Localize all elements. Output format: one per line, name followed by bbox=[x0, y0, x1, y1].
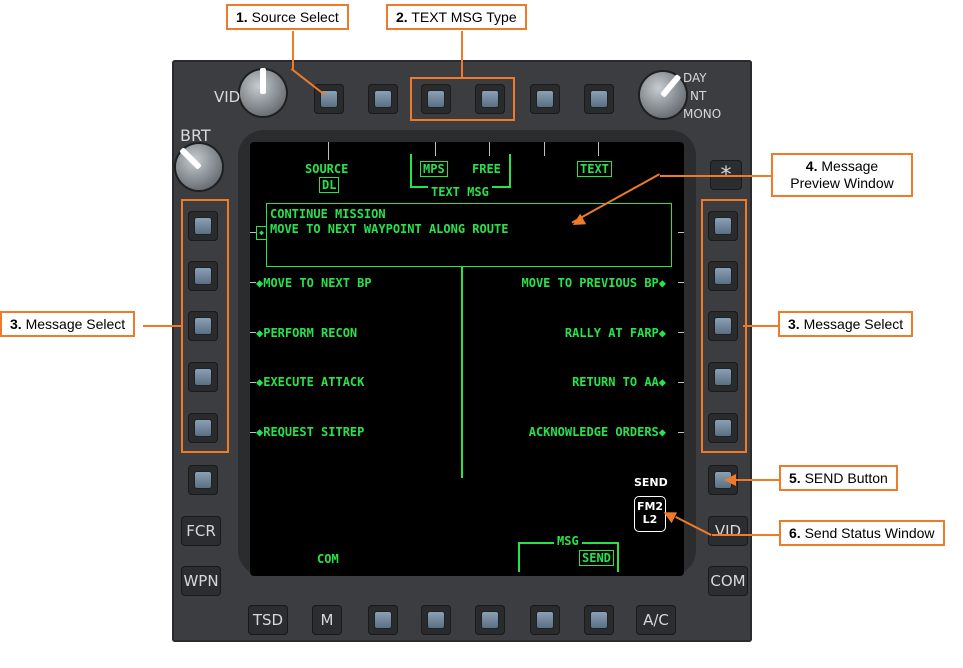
callout-3r-leader bbox=[743, 325, 779, 327]
b4-button[interactable] bbox=[530, 605, 560, 635]
b5-button[interactable] bbox=[584, 605, 614, 635]
tsd-button[interactable]: TSD bbox=[248, 605, 288, 635]
callout-5-number: 5. bbox=[789, 470, 801, 486]
callout-3r-number: 3. bbox=[788, 316, 800, 332]
callout-4-text-1: Message bbox=[821, 158, 879, 174]
brt-knob[interactable] bbox=[176, 144, 222, 190]
callout-3l-text: Message Select bbox=[25, 316, 126, 332]
t6-button[interactable] bbox=[584, 84, 614, 114]
text-msg-bracket-right bbox=[509, 154, 511, 188]
day-label: DAY bbox=[683, 71, 707, 85]
t5-tick bbox=[544, 142, 545, 156]
message-right-1[interactable]: MOVE TO PREVIOUS BP◆ bbox=[522, 276, 667, 290]
msg-bracket-left bbox=[518, 542, 520, 572]
send-status-window: FM2 L2 bbox=[634, 496, 666, 532]
r3-tick bbox=[678, 332, 684, 333]
callout-message-preview: 4. Message Preview Window bbox=[771, 153, 913, 197]
callout-4-number: 4. bbox=[805, 158, 818, 174]
send-label: SEND bbox=[634, 476, 668, 489]
b3-button[interactable] bbox=[475, 605, 505, 635]
vid-button[interactable]: VID bbox=[708, 516, 748, 546]
mono-label: MONO bbox=[683, 107, 722, 121]
center-divider bbox=[461, 266, 463, 478]
preview-line-2: MOVE TO NEXT WAYPOINT ALONG ROUTE bbox=[270, 222, 509, 236]
m-button[interactable]: M bbox=[312, 605, 342, 635]
r1-tick bbox=[678, 232, 684, 233]
message-left-3[interactable]: ◆EXECUTE ATTACK bbox=[256, 375, 364, 389]
send-status-line-1: FM2 bbox=[636, 500, 664, 513]
r4-tick bbox=[678, 382, 684, 383]
callout-1-text: Source Select bbox=[251, 9, 339, 25]
text-option[interactable]: TEXT bbox=[577, 161, 612, 177]
day-night-mono-knob[interactable] bbox=[640, 72, 686, 118]
source-value[interactable]: DL bbox=[319, 177, 340, 193]
callout-6-leader-a bbox=[712, 534, 780, 536]
t4-tick bbox=[489, 142, 490, 156]
wpn-button[interactable]: WPN bbox=[181, 566, 221, 596]
message-left-2[interactable]: ◆PERFORM RECON bbox=[256, 326, 357, 340]
mps-option[interactable]: MPS bbox=[420, 161, 448, 177]
preview-line-1: CONTINUE MISSION bbox=[270, 207, 386, 221]
callout-message-select-left: 3. Message Select bbox=[0, 311, 136, 337]
callout-2-text: TEXT MSG Type bbox=[411, 9, 517, 25]
text-msg-bracket-left bbox=[410, 154, 412, 188]
t5-button[interactable] bbox=[530, 84, 560, 114]
vid-knob-label: VID bbox=[214, 88, 241, 106]
callout-3l-number: 3. bbox=[10, 316, 22, 332]
text-msg-label: TEXT MSG bbox=[428, 185, 492, 199]
com-button[interactable]: COM bbox=[708, 566, 748, 596]
callout-2-leader bbox=[461, 31, 463, 78]
send-status-line-2: L2 bbox=[642, 513, 658, 526]
callout-message-select-right: 3. Message Select bbox=[778, 311, 914, 337]
vid-brightness-knob[interactable] bbox=[240, 68, 286, 116]
msg-bracket-right bbox=[617, 542, 619, 572]
t3-tick bbox=[435, 142, 436, 156]
msg-label: MSG bbox=[554, 534, 582, 548]
nt-label: NT bbox=[690, 89, 707, 103]
message-left-1[interactable]: ◆MOVE TO NEXT BP bbox=[256, 276, 372, 290]
callout-6-text: Send Status Window bbox=[804, 525, 935, 541]
callout-3l-leader bbox=[143, 325, 183, 327]
mpd-screen: SOURCE DL MPS FREE TEXT MSG TEXT CONTINU… bbox=[250, 142, 684, 576]
t2-button[interactable] bbox=[368, 84, 398, 114]
fcr-button[interactable]: FCR bbox=[181, 516, 221, 546]
message-preview-window: CONTINUE MISSION MOVE TO NEXT WAYPOINT A… bbox=[266, 203, 672, 267]
callout-send-status: 6. Send Status Window bbox=[779, 520, 945, 546]
source-label: SOURCE bbox=[305, 162, 349, 176]
message-left-4[interactable]: ◆REQUEST SITREP bbox=[256, 425, 364, 439]
callout-3r-highlight bbox=[701, 199, 747, 453]
r2-tick bbox=[678, 282, 684, 283]
callout-2-number: 2. bbox=[396, 9, 408, 25]
callout-1-number: 1. bbox=[236, 9, 248, 25]
callout-5-arrow bbox=[724, 474, 736, 486]
brt-label: BRT bbox=[180, 126, 211, 145]
callout-4-leader-a bbox=[660, 175, 773, 177]
com-label: COM bbox=[317, 552, 339, 566]
callout-1-leader-a bbox=[292, 31, 294, 69]
callout-4-text-2: Preview Window bbox=[790, 175, 894, 191]
preview-select-marker[interactable]: ◆ bbox=[256, 226, 267, 240]
callout-3r-text: Message Select bbox=[803, 316, 904, 332]
b2-button[interactable] bbox=[421, 605, 451, 635]
msg-send-option[interactable]: SEND bbox=[579, 550, 614, 566]
l1-tick bbox=[250, 232, 256, 233]
callout-text-msg-type: 2. TEXT MSG Type bbox=[386, 4, 527, 30]
callout-2-highlight bbox=[410, 77, 515, 121]
ac-button[interactable]: A/C bbox=[636, 605, 676, 635]
callout-5-text: SEND Button bbox=[804, 470, 888, 486]
callout-6-number: 6. bbox=[789, 525, 801, 541]
l6-button[interactable] bbox=[188, 465, 218, 495]
r5-tick bbox=[678, 432, 684, 433]
callout-source-select: 1. Source Select bbox=[226, 4, 349, 30]
message-right-2[interactable]: RALLY AT FARP◆ bbox=[565, 326, 666, 340]
callout-5-leader bbox=[730, 479, 780, 481]
t6-tick bbox=[598, 142, 599, 156]
t1-tick bbox=[328, 142, 329, 160]
callout-3l-highlight bbox=[181, 199, 229, 453]
b1-button[interactable] bbox=[368, 605, 398, 635]
message-right-3[interactable]: RETURN TO AA◆ bbox=[572, 375, 666, 389]
callout-send-button: 5. SEND Button bbox=[779, 465, 898, 491]
message-right-4[interactable]: ACKNOWLEDGE ORDERS◆ bbox=[529, 425, 666, 439]
free-option[interactable]: FREE bbox=[472, 162, 501, 176]
